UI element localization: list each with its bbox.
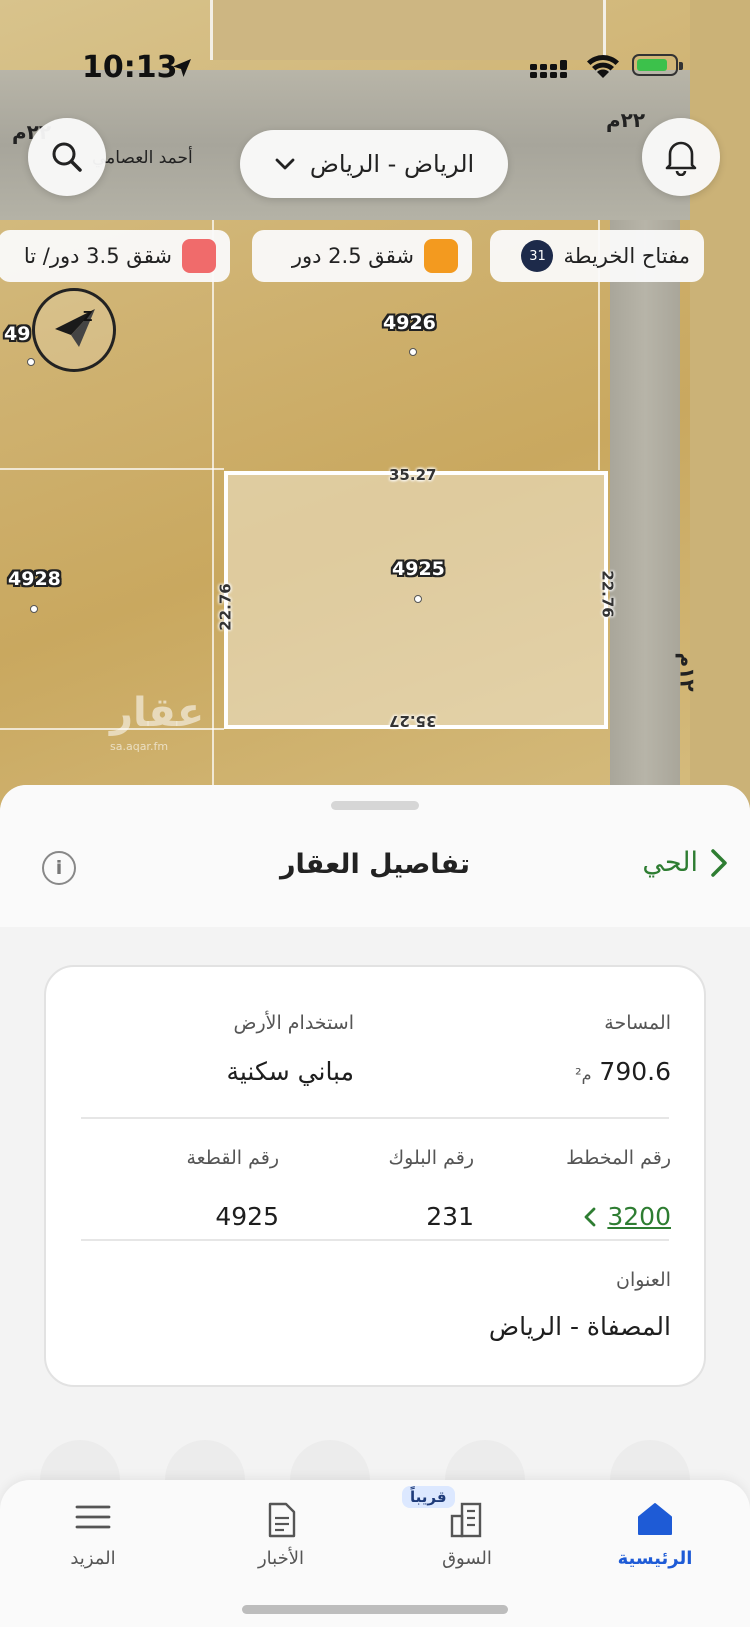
legend-label: مفتاح الخريطة xyxy=(563,244,690,268)
land-use-value: مباني سكنية xyxy=(226,1057,354,1086)
watermark-url: sa.aqar.fm xyxy=(110,740,169,753)
dimension-right: 22.76 xyxy=(598,570,617,618)
street-name-label: أحمد العصامي xyxy=(92,148,193,168)
legend-chip-apartments-2-5[interactable]: شقق 2.5 دور xyxy=(252,230,472,282)
plan-number-link[interactable]: 3200 xyxy=(583,1202,671,1231)
land-use-label: استخدام الأرض xyxy=(233,1012,354,1034)
coming-soon-badge: قريباً xyxy=(402,1486,455,1508)
nav-home[interactable]: الرئيسية xyxy=(580,1480,730,1590)
nav-more-label: المزيد xyxy=(70,1548,116,1569)
area-label: المساحة xyxy=(604,1012,671,1034)
address-value: المصفاة - الرياض xyxy=(488,1312,671,1341)
chevron-left-icon xyxy=(584,1207,596,1226)
legend-swatch xyxy=(182,239,216,273)
plot-boundary xyxy=(212,220,214,820)
sheet-header: تفاصيل العقار الحي i xyxy=(0,785,750,927)
watermark-logo: عقار xyxy=(110,690,205,736)
sheet-grabber[interactable] xyxy=(331,801,419,810)
wifi-icon xyxy=(587,55,619,78)
plan-number-label: رقم المخطط xyxy=(566,1147,671,1169)
status-time: 10:13 xyxy=(82,50,178,85)
divider xyxy=(81,1117,669,1119)
nav-market-label: السوق xyxy=(442,1548,492,1569)
plot-label-west[interactable]: 4928 xyxy=(8,568,61,590)
property-details-card: المساحة 790.6 م² استخدام الأرض مباني سكن… xyxy=(44,965,706,1387)
legend-chip-apartments-3-5[interactable]: شقق 3.5 دور/ تا xyxy=(0,230,230,282)
block-number-label: رقم البلوك xyxy=(388,1147,474,1169)
cellular-signal-icon xyxy=(530,60,567,78)
dimension-bottom: 35.27 xyxy=(389,712,437,730)
nav-news-label: الأخبار xyxy=(257,1548,304,1569)
chevron-right-icon xyxy=(711,848,727,877)
plot-number-value: 4925 xyxy=(215,1202,279,1231)
sheet-title: تفاصيل العقار xyxy=(279,849,471,880)
map-road-vertical xyxy=(610,220,680,820)
plot-label-northwest[interactable]: 49 xyxy=(4,323,30,345)
info-icon: i xyxy=(55,857,63,879)
bell-icon xyxy=(665,141,697,176)
nav-more[interactable]: المزيد xyxy=(18,1480,168,1590)
plot-label-north[interactable]: 4926 xyxy=(383,312,436,334)
svg-text:Z: Z xyxy=(83,310,92,325)
dimension-left: 22.76 xyxy=(216,583,235,631)
street-width-label: ١٢م xyxy=(675,652,700,692)
document-icon xyxy=(268,1502,296,1538)
area-unit: م² xyxy=(575,1065,592,1084)
search-icon xyxy=(52,142,82,172)
battery-icon xyxy=(632,54,683,76)
search-button[interactable] xyxy=(28,118,106,196)
compass-button[interactable]: Z xyxy=(32,288,116,372)
plot-marker xyxy=(30,605,38,613)
legend-swatch xyxy=(424,239,458,273)
info-button[interactable]: i xyxy=(42,851,76,885)
legend-count-badge: 31 xyxy=(521,240,554,272)
address-label: العنوان xyxy=(615,1269,671,1291)
block-number-value: 231 xyxy=(426,1202,474,1231)
map-parcel-top xyxy=(210,0,606,60)
compass-icon: Z xyxy=(55,309,95,347)
chevron-down-icon xyxy=(275,158,295,170)
street-width-label: ٢٢م xyxy=(606,108,646,132)
plot-marker xyxy=(414,595,422,603)
district-link[interactable]: الحي xyxy=(642,847,728,878)
legend-label: شقق 3.5 دور/ تا xyxy=(23,244,172,268)
plot-boundary xyxy=(0,468,224,470)
notifications-button[interactable] xyxy=(642,118,720,196)
home-icon xyxy=(638,1503,672,1535)
nav-home-label: الرئيسية xyxy=(617,1548,693,1569)
legend-label: شقق 2.5 دور xyxy=(291,244,414,268)
plot-number-label: رقم القطعة xyxy=(186,1147,279,1169)
plot-marker xyxy=(409,348,417,356)
building-icon xyxy=(450,1502,482,1538)
district-link-label: الحي xyxy=(642,847,698,878)
divider xyxy=(81,1239,669,1241)
menu-icon xyxy=(75,1505,111,1529)
location-arrow-icon xyxy=(173,59,191,77)
area-value: 790.6 م² xyxy=(575,1057,671,1086)
map-view[interactable]: 4926 4928 4925 49 35.27 35.27 22.76 22.7… xyxy=(0,0,750,820)
area-number: 790.6 xyxy=(599,1057,671,1086)
dimension-top: 35.27 xyxy=(389,466,437,484)
city-selector-label: الرياض - الرياض xyxy=(309,150,475,178)
plot-marker xyxy=(27,358,35,366)
city-selector[interactable]: الرياض - الرياض xyxy=(240,130,508,198)
plan-number-value: 3200 xyxy=(607,1202,671,1231)
home-indicator xyxy=(242,1605,508,1614)
plot-label-selected[interactable]: 4925 xyxy=(392,558,445,580)
nav-news[interactable]: الأخبار xyxy=(206,1480,356,1590)
map-legend-button[interactable]: مفتاح الخريطة 31 xyxy=(490,230,704,282)
